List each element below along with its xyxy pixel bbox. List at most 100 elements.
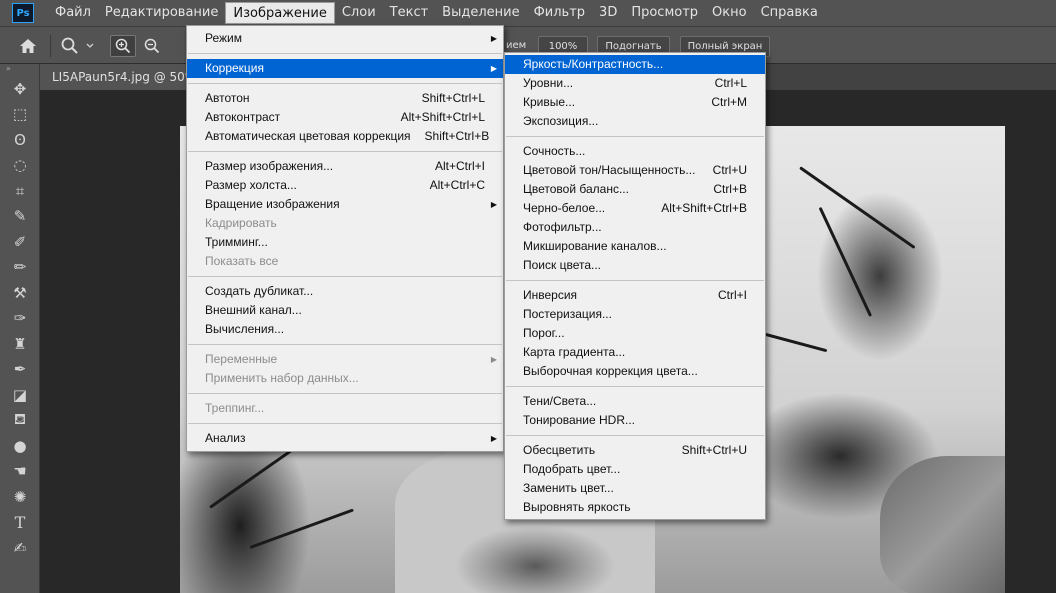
adjustments-menu-item-2-2[interactable]: Порог...: [505, 324, 765, 343]
panel-collapse-icon[interactable]: »: [0, 64, 39, 76]
adjustments-menu-item-1-6[interactable]: Поиск цвета...: [505, 256, 765, 275]
adjustments-menu-item-1-5[interactable]: Микширование каналов...: [505, 237, 765, 256]
menu-item-label: Подобрать цвет...: [523, 462, 621, 476]
crop-icon[interactable]: ⌗: [0, 178, 40, 204]
type-icon[interactable]: T: [0, 510, 40, 536]
image-menu-item-3-1[interactable]: Размер холста... Alt+Ctrl+C: [187, 176, 503, 195]
menubar: Ps Файл Редактирование Изображение Слои Текс…: [0, 0, 1056, 26]
adjustments-menu-item-2-0[interactable]: Инверсия Ctrl+I: [505, 286, 765, 305]
menubar-item-4[interactable]: Текст: [383, 2, 436, 24]
smudge-icon[interactable]: ☚: [0, 459, 40, 485]
dodge-icon[interactable]: ✺: [0, 484, 40, 510]
submenu-arrow-icon: ▶: [490, 64, 497, 73]
submenu-arrow-icon: ▶: [490, 200, 497, 209]
image-menu-item-2-0[interactable]: Автотон Shift+Ctrl+L: [187, 89, 503, 108]
image-menu-item-3-2[interactable]: Вращение изображения ▶: [187, 195, 503, 214]
zoom-icon[interactable]: [58, 35, 82, 57]
menu-item-label: Кадрировать: [205, 216, 277, 230]
menu-item-shortcut: Ctrl+L: [714, 76, 747, 90]
adjustments-menu-item-4-0[interactable]: Обесцветить Shift+Ctrl+U: [505, 441, 765, 460]
menubar-item-0[interactable]: Файл: [48, 2, 98, 24]
image-menu-item-0-0[interactable]: Режим ▶: [187, 29, 503, 48]
option-label: ием: [506, 40, 527, 51]
lasso-icon[interactable]: ʘ: [0, 127, 40, 153]
menu-item-label: Тонирование HDR...: [523, 413, 635, 427]
eraser-icon[interactable]: ◪: [0, 382, 40, 408]
menu-separator: [188, 53, 502, 54]
menubar-item-8[interactable]: Просмотр: [624, 2, 705, 24]
menu-item-label: Выборочная коррекция цвета...: [523, 364, 698, 378]
document-tab[interactable]: LI5APaun5r4.jpg @ 50% ((: [40, 64, 190, 90]
adjustments-menu-item-3-1[interactable]: Тонирование HDR...: [505, 411, 765, 430]
image-menu-item-7-0[interactable]: Анализ ▶: [187, 429, 503, 448]
menu-item-label: Уровни...: [523, 76, 574, 90]
menubar-item-10[interactable]: Справка: [754, 2, 825, 24]
menubar-item-9[interactable]: Окно: [705, 2, 754, 24]
menu-item-label: Автоконтраст: [205, 110, 281, 124]
menu-item-shortcut: Ctrl+B: [713, 182, 747, 196]
adjustments-menu-item-1-3[interactable]: Черно-белое... Alt+Shift+Ctrl+B: [505, 199, 765, 218]
adjustments-menu-item-1-0[interactable]: Сочность...: [505, 142, 765, 161]
chevron-down-icon[interactable]: [84, 35, 96, 57]
quick-select-icon[interactable]: ◌: [0, 153, 40, 179]
menu-item-label: Размер изображения...: [205, 159, 334, 173]
move-icon[interactable]: ✥: [0, 76, 40, 102]
art-history-icon[interactable]: ✒: [0, 357, 40, 383]
eyedropper-icon[interactable]: ✎: [0, 204, 40, 230]
image-menu-item-2-2[interactable]: Автоматическая цветовая коррекция Shift+C…: [187, 127, 503, 146]
adjustments-menu-item-0-1[interactable]: Уровни... Ctrl+L: [505, 74, 765, 93]
clone-stamp-icon[interactable]: ⚒: [0, 280, 40, 306]
menubar-item-6[interactable]: Фильтр: [527, 2, 592, 24]
image-menu-item-4-1[interactable]: Внешний канал...: [187, 301, 503, 320]
submenu-arrow-icon: ▶: [490, 34, 497, 43]
menu-item-shortcut: Alt+Shift+Ctrl+L: [400, 110, 485, 124]
adjustments-menu-item-4-1[interactable]: Подобрать цвет...: [505, 460, 765, 479]
blur-icon[interactable]: ●: [0, 433, 40, 459]
adjustments-menu-item-0-3[interactable]: Экспозиция...: [505, 112, 765, 131]
menu-item-label: Черно-белое...: [523, 201, 606, 215]
menubar-item-3[interactable]: Слои: [335, 2, 383, 24]
image-menu-item-5-0: Переменные ▶: [187, 350, 503, 369]
menubar-item-7[interactable]: 3D: [592, 2, 624, 24]
menu-item-label: Показать все: [205, 254, 279, 268]
adjustments-menu-item-2-1[interactable]: Постеризация...: [505, 305, 765, 324]
divider: [50, 35, 51, 57]
adjustments-menu-item-2-3[interactable]: Карта градиента...: [505, 343, 765, 362]
adjustments-menu-item-0-0[interactable]: Яркость/Контрастность...: [505, 55, 765, 74]
image-menu-item-1-0[interactable]: Коррекция ▶: [187, 59, 503, 78]
history-brush-icon[interactable]: ✑: [0, 306, 40, 332]
image-menu-item-3-4[interactable]: Тримминг...: [187, 233, 503, 252]
pen-icon[interactable]: ✍: [0, 535, 40, 561]
home-icon[interactable]: [14, 35, 42, 57]
brush-icon[interactable]: ✏: [0, 255, 40, 281]
adjustments-menu-item-0-2[interactable]: Кривые... Ctrl+M: [505, 93, 765, 112]
menu-item-shortcut: Shift+Ctrl+U: [681, 443, 747, 457]
adjustments-menu-item-1-2[interactable]: Цветовой баланс... Ctrl+B: [505, 180, 765, 199]
image-menu-item-4-0[interactable]: Создать дубликат...: [187, 282, 503, 301]
stamp-icon[interactable]: ♜: [0, 331, 40, 357]
adjustments-menu-item-4-2[interactable]: Заменить цвет...: [505, 479, 765, 498]
adjustments-menu-item-2-4[interactable]: Выборочная коррекция цвета...: [505, 362, 765, 381]
menu-item-label: Яркость/Контрастность...: [523, 57, 664, 71]
menubar-item-5[interactable]: Выделение: [435, 2, 526, 24]
menu-item-shortcut: Ctrl+U: [712, 163, 747, 177]
healing-brush-icon[interactable]: ✐: [0, 229, 40, 255]
adjustments-submenu: Яркость/Контрастность... Уровни... Ctrl+L К…: [504, 52, 766, 520]
menu-item-label: Внешний канал...: [205, 303, 302, 317]
image-menu-item-4-2[interactable]: Вычисления...: [187, 320, 503, 339]
paint-bucket-icon[interactable]: ⛾: [0, 408, 40, 434]
adjustments-menu-item-1-4[interactable]: Фотофильтр...: [505, 218, 765, 237]
menu-item-label: Цветовой баланс...: [523, 182, 629, 196]
image-menu-item-3-0[interactable]: Размер изображения... Alt+Ctrl+I: [187, 157, 503, 176]
image-menu-item-2-1[interactable]: Автоконтраст Alt+Shift+Ctrl+L: [187, 108, 503, 127]
adjustments-menu-item-4-3[interactable]: Выровнять яркость: [505, 498, 765, 517]
adjustments-menu-item-3-0[interactable]: Тени/Света...: [505, 392, 765, 411]
menu-item-label: Автоматическая цветовая коррекция: [205, 129, 411, 143]
menubar-item-1[interactable]: Редактирование: [98, 2, 225, 24]
zoom-in-icon[interactable]: [110, 35, 136, 57]
menubar-item-2[interactable]: Изображение: [225, 2, 335, 24]
menu-item-label: Режим: [205, 31, 242, 45]
adjustments-menu-item-1-1[interactable]: Цветовой тон/Насыщенность... Ctrl+U: [505, 161, 765, 180]
zoom-out-icon[interactable]: [140, 35, 164, 57]
marquee-icon[interactable]: ⬚: [0, 102, 40, 128]
